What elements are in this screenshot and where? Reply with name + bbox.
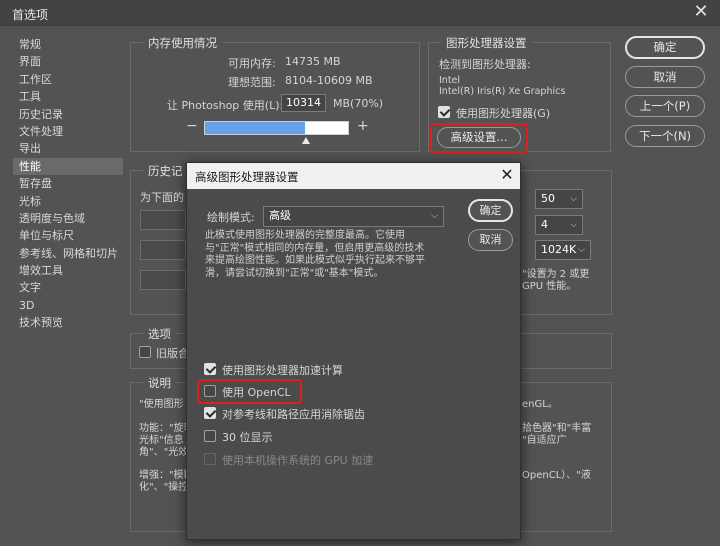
gpu-detected-label: 检测到图形处理器: — [439, 58, 531, 71]
nav-item-file-handling[interactable]: 文件处理 — [13, 123, 123, 140]
history-preset-2[interactable] — [140, 240, 186, 260]
history-for-below-label: 为下面的 — [140, 191, 184, 204]
dialog-close-icon[interactable]: ✕ — [497, 165, 517, 185]
close-icon[interactable]: ✕ — [690, 1, 712, 23]
cache-levels-value: 4 — [541, 218, 548, 231]
memory-use-input[interactable]: 10314 — [281, 94, 326, 112]
cache-tile-size-value: 1024K — [541, 243, 577, 256]
history-states-select[interactable]: 50 ⌵ — [535, 189, 583, 209]
history-note-line2: GPU 性能。 — [522, 281, 577, 292]
advanced-settings-button[interactable]: 高级设置... — [437, 127, 521, 148]
dialog-ok-button[interactable]: 确定 — [468, 199, 513, 222]
history-preset-1[interactable] — [140, 210, 186, 230]
memory-usage-title: 内存使用情况 — [143, 35, 222, 51]
window-title: 首选项 — [12, 8, 49, 22]
chevron-down-icon: ⌵ — [570, 220, 577, 230]
preferences-nav: 常规 界面 工作区 工具 历史记录 文件处理 导出 性能 暂存盘 光标 透明度与… — [13, 36, 123, 332]
draw-mode-select[interactable]: 高级 ⌵ — [263, 206, 444, 227]
30bit-display-label: 30 位显示 — [222, 431, 273, 444]
cache-levels-select[interactable]: 4 ⌵ — [535, 215, 583, 235]
use-gpu-label: 使用图形处理器(G) — [456, 107, 551, 120]
nav-item-general[interactable]: 常规 — [13, 36, 123, 53]
native-gpu-checkbox — [204, 453, 216, 465]
opencl-checkbox[interactable] — [204, 385, 216, 397]
dialog-title: 高级图形处理器设置 — [195, 170, 299, 184]
nav-item-interface[interactable]: 界面 — [13, 53, 123, 70]
chevron-down-icon: ⌵ — [570, 194, 577, 204]
history-states-value: 50 — [541, 192, 555, 205]
draw-mode-description: 此模式使用图形处理器的完整度最高。它使用 与"正常"模式相同的内存量，但启用更高… — [205, 230, 457, 280]
dialog-title-bar: 高级图形处理器设置 ✕ — [187, 163, 520, 189]
legacy-compositing-label: 旧版合 — [156, 347, 189, 360]
next-button[interactable]: 下一个(N) — [625, 125, 705, 147]
nav-item-plugins[interactable]: 增效工具 — [13, 262, 123, 279]
nav-item-workspace[interactable]: 工作区 — [13, 71, 123, 88]
nav-item-transparency-gamut[interactable]: 透明度与色域 — [13, 210, 123, 227]
options-title: 选项 — [143, 326, 176, 342]
nav-item-scratch-disks[interactable]: 暂存盘 — [13, 175, 123, 192]
description-line: 滑，请尝试切换到"正常"或"基本"模式。 — [205, 267, 384, 279]
nav-item-performance[interactable]: 性能 — [13, 157, 123, 176]
chevron-down-icon: ⌵ — [578, 245, 585, 255]
ideal-range-label: 理想范围: — [228, 76, 276, 89]
history-preset-3[interactable] — [140, 270, 186, 290]
memory-use-percent: MB(70%) — [333, 97, 384, 110]
cancel-button[interactable]: 取消 — [625, 66, 705, 88]
gpu-compute-label: 使用图形处理器加速计算 — [222, 364, 343, 377]
antialias-label: 对参考线和路径应用消除锯齿 — [222, 408, 365, 421]
antialias-checkbox[interactable] — [204, 407, 216, 419]
nav-item-type[interactable]: 文字 — [13, 279, 123, 296]
nav-item-tech-previews[interactable]: 技术预览 — [13, 314, 123, 331]
prev-button[interactable]: 上一个(P) — [625, 95, 705, 117]
plus-icon[interactable]: + — [357, 118, 369, 134]
use-gpu-checkbox[interactable] — [438, 106, 450, 118]
description-line1: "使用图形 — [139, 399, 184, 410]
nav-item-3d[interactable]: 3D — [13, 297, 123, 314]
gpu-compute-checkbox[interactable] — [204, 363, 216, 375]
gpu-vendor: Intel — [439, 75, 461, 86]
description-line: 与"正常"模式相同的内存量，但启用更高级的技术 — [205, 242, 425, 254]
minus-icon[interactable]: − — [186, 118, 198, 134]
30bit-display-checkbox[interactable] — [204, 430, 216, 442]
draw-mode-label: 绘制模式: — [207, 211, 255, 224]
description-line: 此模式使用图形处理器的完整度最高。它使用 — [205, 230, 405, 241]
gpu-model: Intel(R) Iris(R) Xe Graphics — [439, 86, 566, 97]
nav-item-export[interactable]: 导出 — [13, 140, 123, 157]
draw-mode-value: 高级 — [269, 209, 291, 222]
description-line1-right: enGL。 — [522, 399, 558, 410]
memory-slider-fill — [205, 122, 306, 134]
available-memory-label: 可用内存: — [228, 57, 276, 70]
chevron-down-icon: ⌵ — [431, 211, 438, 221]
cache-tile-size-select[interactable]: 1024K ⌵ — [535, 240, 591, 260]
features-line3: 角"、"光效 — [139, 447, 189, 458]
gpu-settings-title: 图形处理器设置 — [441, 35, 532, 51]
ok-button[interactable]: 确定 — [625, 36, 705, 59]
photoshop-use-label: 让 Photoshop 使用(L): — [167, 99, 284, 112]
memory-slider-track[interactable] — [204, 121, 349, 135]
legacy-compositing-checkbox[interactable] — [139, 346, 151, 358]
nav-item-units-rulers[interactable]: 单位与标尺 — [13, 227, 123, 244]
available-memory-value: 14735 MB — [285, 55, 341, 68]
title-bar: 首选项 ✕ — [0, 0, 720, 26]
advanced-gpu-settings-dialog: 高级图形处理器设置 ✕ 绘制模式: 高级 ⌵ 确定 取消 此模式使用图形处理器的… — [186, 162, 521, 540]
native-gpu-label: 使用本机操作系统的 GPU 加速 — [222, 454, 374, 467]
ideal-range-value: 8104-10609 MB — [285, 74, 373, 87]
nav-item-tools[interactable]: 工具 — [13, 88, 123, 105]
enhance-right1: OpenCL）、"液 — [522, 470, 591, 481]
features-right2: "自适应广 — [522, 435, 567, 446]
history-cache-title: 历史记 — [143, 163, 188, 179]
opencl-label: 使用 OpenCL — [222, 386, 291, 399]
description-title: 说明 — [143, 375, 176, 391]
memory-slider-thumb[interactable] — [301, 137, 310, 144]
nav-item-cursors[interactable]: 光标 — [13, 193, 123, 210]
nav-item-history-log[interactable]: 历史记录 — [13, 106, 123, 123]
dialog-cancel-button[interactable]: 取消 — [468, 229, 513, 251]
nav-item-guides-grid-slices[interactable]: 参考线、网格和切片 — [13, 245, 123, 262]
description-line: 来提高绘图性能。如果此模式似乎执行起来不够平 — [205, 255, 425, 266]
